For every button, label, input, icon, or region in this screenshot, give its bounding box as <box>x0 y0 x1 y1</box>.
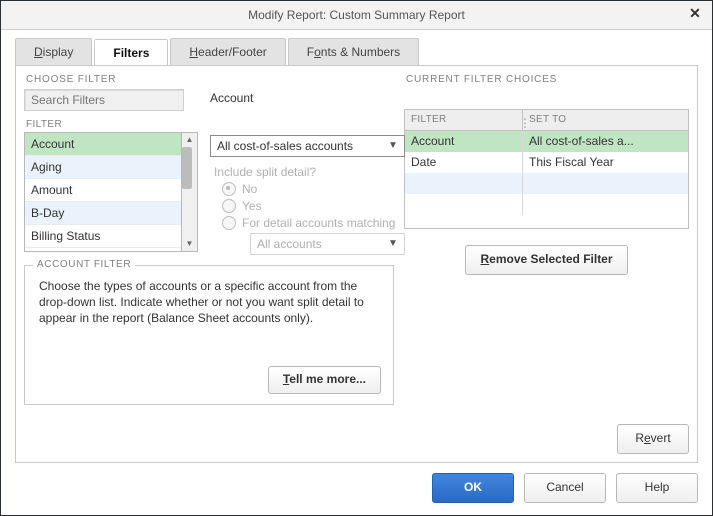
chevron-down-icon: ▼ <box>386 140 400 154</box>
choose-filter-label: CHOOSE FILTER <box>24 74 394 85</box>
filter-detail: Account All cost-of-sales accounts ▼ Inc… <box>206 89 405 255</box>
detail-title: Account <box>210 91 405 105</box>
modify-report-window: Modify Report: Custom Summary Report ✕ D… <box>0 0 713 516</box>
window-title: Modify Report: Custom Summary Report <box>248 8 465 22</box>
dialog-buttons: OK Cancel Help <box>432 473 698 503</box>
remove-selected-filter-button[interactable]: Remove Selected Filter <box>465 245 627 275</box>
filter-item-bday[interactable]: B-Day <box>25 202 181 225</box>
help-button[interactable]: Help <box>616 473 698 503</box>
revert-button[interactable]: Revert <box>617 424 689 454</box>
tab-filters[interactable]: Filters <box>94 39 168 66</box>
filter-item-account[interactable]: Account <box>25 133 181 156</box>
filter-list-scrollbar[interactable]: ▲ ▼ <box>182 132 198 252</box>
cancel-button[interactable]: Cancel <box>524 473 606 503</box>
scroll-up-icon[interactable]: ▲ <box>182 133 197 147</box>
tab-display-u: D <box>34 45 43 59</box>
account-filter-legend: ACCOUNT FILTER <box>33 259 135 270</box>
scroll-thumb[interactable] <box>182 147 192 189</box>
radio-icon <box>222 182 236 196</box>
split-detail-label: Include split detail? <box>214 165 405 179</box>
close-icon[interactable]: ✕ <box>686 5 704 23</box>
matching-accounts-combo: All accounts ▼ <box>250 233 405 255</box>
current-filter-label: CURRENT FILTER CHOICES <box>404 74 689 85</box>
tell-me-more-button[interactable]: Tell me more... <box>268 366 381 394</box>
filter-item-amount[interactable]: Amount <box>25 179 181 202</box>
filter-list[interactable]: Account Aging Amount B-Day Billing Statu… <box>24 132 182 252</box>
column-drag-icon[interactable]: ⋮ <box>519 113 529 133</box>
scroll-down-icon[interactable]: ▼ <box>182 237 197 251</box>
table-row[interactable] <box>405 194 688 215</box>
account-filter-text: Choose the types of accounts or a specif… <box>39 278 379 327</box>
current-filter-table: FILTER ⋮SET TO Account All cost-of-sales… <box>404 109 689 229</box>
radio-icon <box>222 199 236 213</box>
filter-item-billing-status[interactable]: Billing Status <box>25 225 181 248</box>
col-header-filter: FILTER <box>405 110 523 130</box>
col-header-setto: ⋮SET TO <box>523 110 688 130</box>
radio-icon <box>222 216 236 230</box>
chevron-down-icon: ▼ <box>386 238 400 252</box>
table-row[interactable]: Account All cost-of-sales a... <box>405 131 688 152</box>
search-filters-input[interactable] <box>24 89 184 111</box>
filter-list-header: FILTER <box>26 119 198 130</box>
table-row[interactable] <box>405 173 688 194</box>
account-combo[interactable]: All cost-of-sales accounts ▼ <box>210 135 405 157</box>
tab-content: CHOOSE FILTER FILTER Account Aging Amoun… <box>15 65 698 463</box>
filter-item-aging[interactable]: Aging <box>25 156 181 179</box>
ok-button[interactable]: OK <box>432 473 514 503</box>
tab-header-footer[interactable]: Header/Footer <box>170 38 285 65</box>
table-row[interactable]: Date This Fiscal Year <box>405 152 688 173</box>
left-column: CHOOSE FILTER FILTER Account Aging Amoun… <box>24 74 394 454</box>
right-column: CURRENT FILTER CHOICES FILTER ⋮SET TO Ac… <box>404 74 689 454</box>
radio-matching: For detail accounts matching <box>222 216 405 230</box>
account-filter-box: ACCOUNT FILTER Choose the types of accou… <box>24 265 394 405</box>
radio-no: No <box>222 182 405 196</box>
tab-fonts-numbers[interactable]: Fonts & Numbers <box>288 38 419 65</box>
titlebar: Modify Report: Custom Summary Report ✕ <box>1 1 712 30</box>
radio-yes: Yes <box>222 199 405 213</box>
tab-display[interactable]: Display <box>15 38 92 65</box>
tab-strip: Display Filters Header/Footer Fonts & Nu… <box>1 30 712 65</box>
